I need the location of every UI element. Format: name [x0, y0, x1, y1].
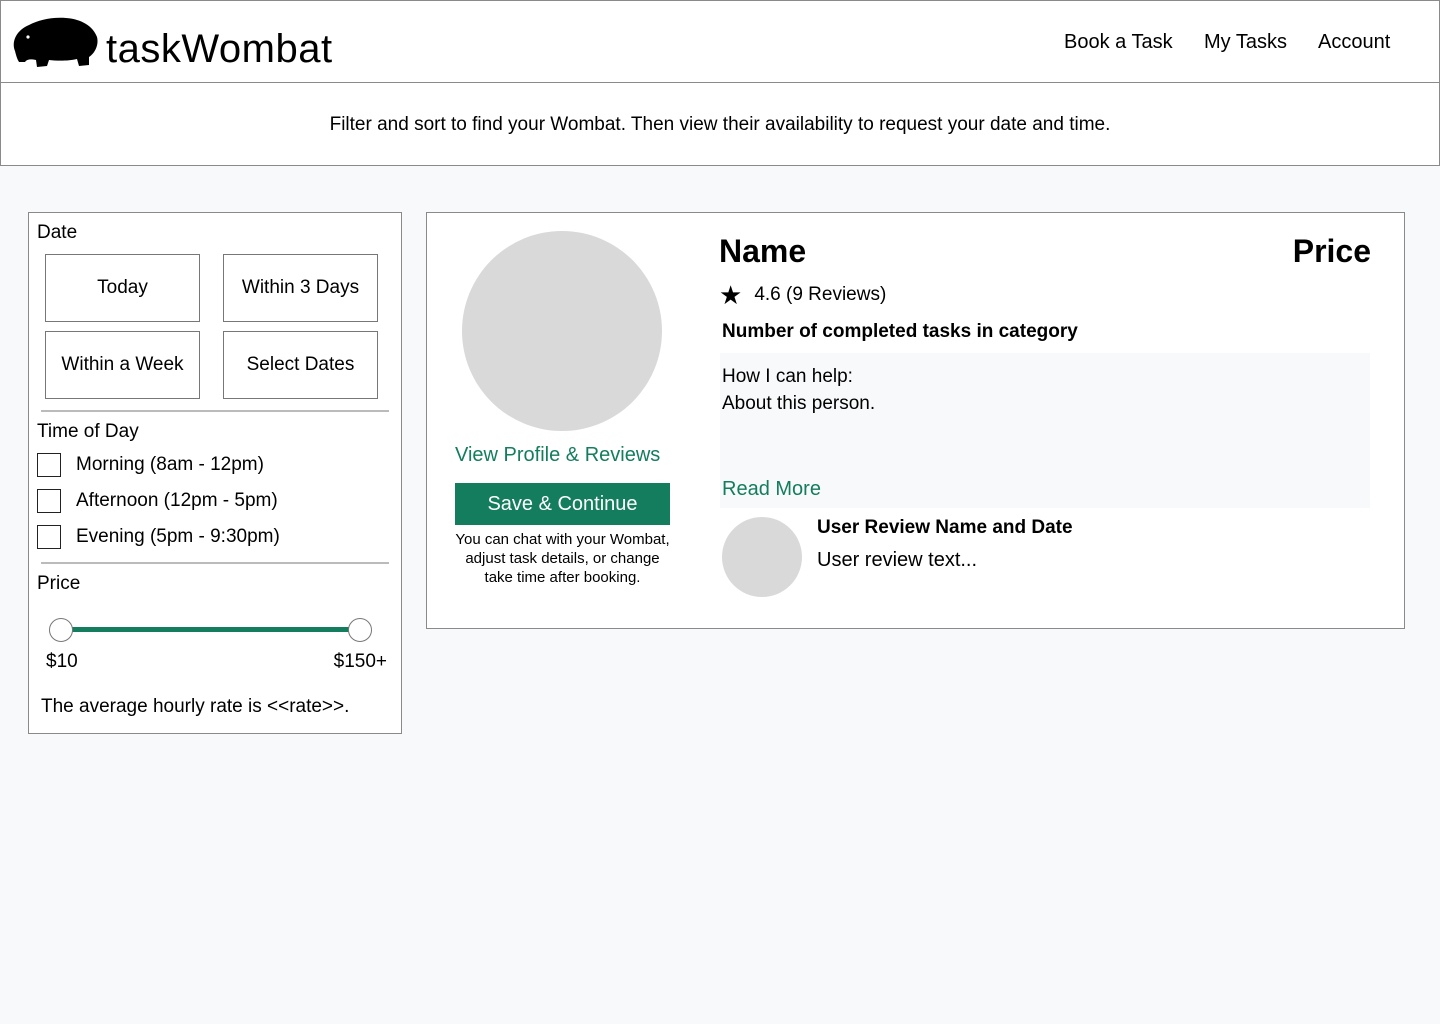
price-filter-label: Price [37, 573, 81, 594]
filter-divider [41, 562, 389, 564]
price-slider-track[interactable] [61, 627, 360, 632]
nav-my-tasks[interactable]: My Tasks [1204, 29, 1287, 55]
review-name-date: User Review Name and Date [817, 517, 1073, 538]
filter-panel: Date Today Within 3 Days Within a Week S… [28, 212, 402, 734]
reviewer-avatar [722, 517, 802, 597]
date-within-a-week-button[interactable]: Within a Week [45, 331, 200, 399]
wombat-icon [13, 17, 98, 67]
date-filter-label: Date [37, 222, 78, 243]
save-continue-button[interactable]: Save & Continue [455, 483, 670, 525]
about-section: How I can help: About this person. Read … [720, 353, 1370, 508]
date-select-dates-button[interactable]: Select Dates [223, 331, 378, 399]
tasker-card: View Profile & Reviews Save & Continue Y… [426, 212, 1405, 629]
rating-text: 4.6 (9 Reviews) [754, 284, 887, 305]
about-text: About this person. [722, 393, 876, 414]
price-min-handle[interactable] [49, 617, 73, 642]
completed-tasks-text: Number of completed tasks in category [722, 321, 1078, 342]
average-rate-text: The average hourly rate is <<rate>>. [41, 696, 350, 717]
tasker-avatar [462, 231, 662, 431]
review-text: User review text... [817, 549, 978, 571]
save-note-text: You can chat with your Wombat, adjust ta… [455, 531, 670, 586]
time-afternoon-option[interactable]: Afternoon (12pm - 5pm) [37, 488, 278, 514]
price-min-label: $10 [46, 651, 78, 672]
afternoon-checkbox[interactable] [37, 489, 61, 513]
nav-account[interactable]: Account [1318, 29, 1390, 55]
brand-name: taskWombat [106, 27, 333, 71]
morning-checkbox[interactable] [37, 453, 61, 477]
star-icon: ★ [719, 280, 743, 310]
time-evening-option[interactable]: Evening (5pm - 9:30pm) [37, 524, 280, 550]
evening-label: Evening (5pm - 9:30pm) [76, 526, 280, 547]
date-within-3-days-button[interactable]: Within 3 Days [223, 254, 378, 322]
app-header: taskWombat Book a Task My Tasks Account [0, 0, 1440, 84]
filter-divider [41, 410, 389, 412]
morning-label: Morning (8am - 12pm) [76, 454, 264, 475]
help-label: How I can help: [722, 366, 853, 387]
view-profile-link[interactable]: View Profile & Reviews [455, 444, 660, 467]
tasker-price: Price [1292, 233, 1371, 269]
evening-checkbox[interactable] [37, 525, 61, 549]
afternoon-label: Afternoon (12pm - 5pm) [76, 490, 278, 511]
tasker-name: Name [719, 233, 807, 269]
instruction-banner: Filter and sort to find your Wombat. The… [0, 82, 1440, 166]
price-max-handle[interactable] [348, 617, 372, 642]
time-morning-option[interactable]: Morning (8am - 12pm) [37, 452, 264, 478]
rating-row: ★ 4.6 (9 Reviews) [719, 282, 886, 308]
nav-book-a-task[interactable]: Book a Task [1064, 29, 1173, 55]
price-max-label: $150+ [333, 651, 387, 672]
date-today-button[interactable]: Today [45, 254, 200, 322]
time-of-day-label: Time of Day [37, 421, 139, 442]
read-more-link[interactable]: Read More [722, 478, 821, 501]
